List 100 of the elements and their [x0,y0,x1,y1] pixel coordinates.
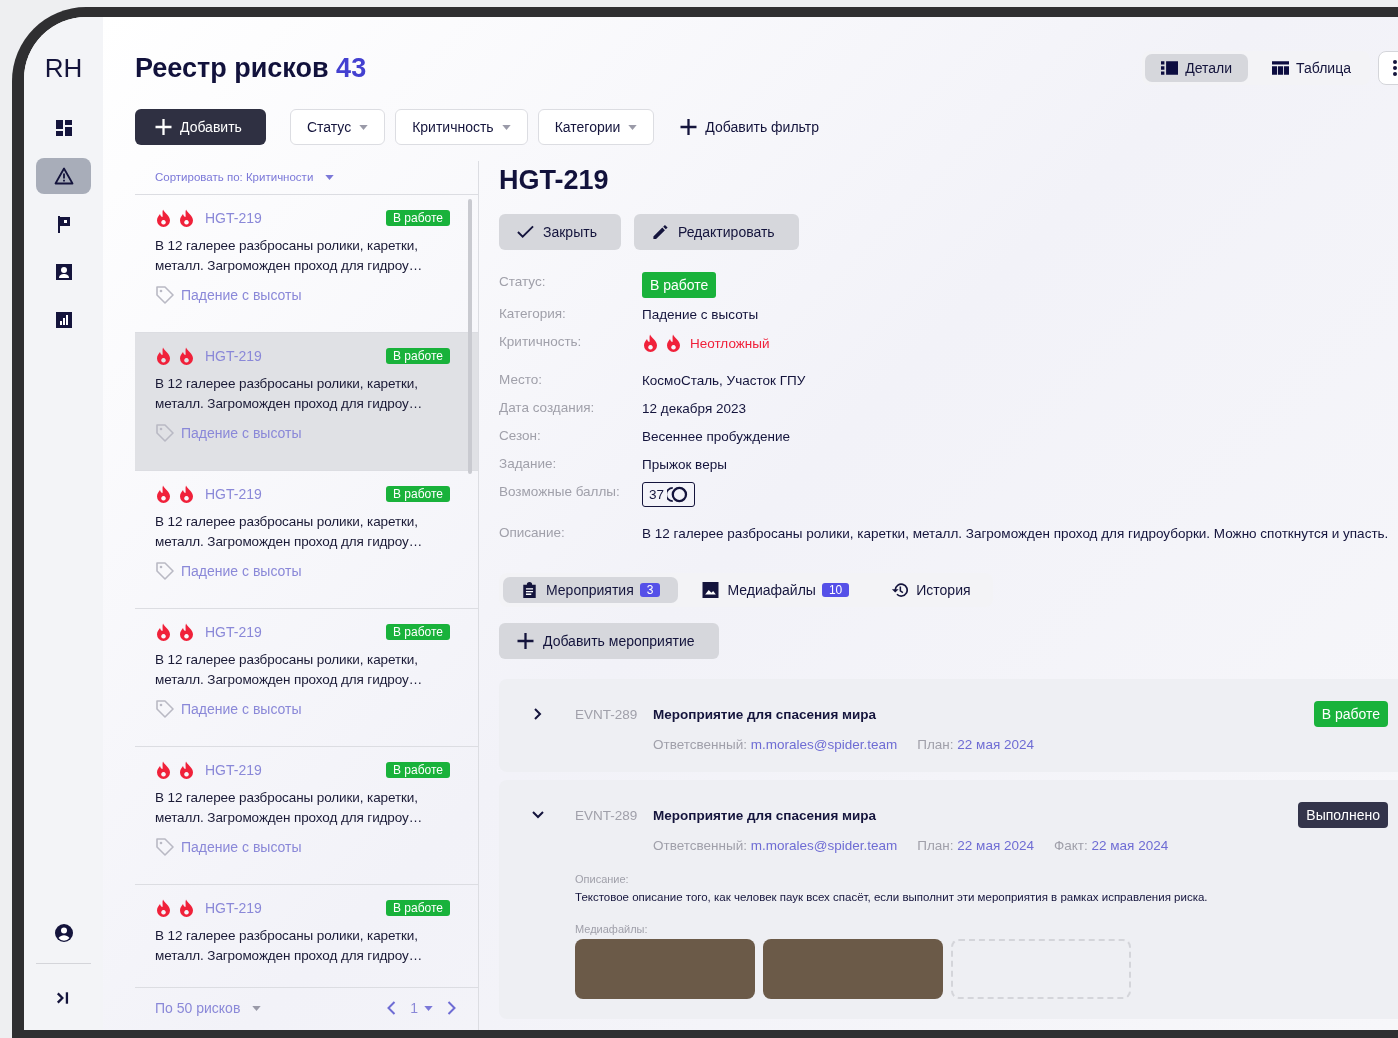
status-badge: В работе [386,210,450,226]
dashboard-icon [53,118,74,138]
details-view-icon [1161,60,1179,76]
criticality-value: Неотложный [690,335,770,351]
category-tag: Падение с высоты [181,563,302,579]
filter-dropdown[interactable]: Критичность [395,109,528,145]
count-badge: 10 [821,583,850,597]
risk-card[interactable]: HGT-219 В работе В 12 галерее разбросаны ролики, каретки, металл. Загроможден проход для гидроу… Падение с высоты [135,609,478,747]
flame-icon [155,347,172,365]
close-risk-button[interactable]: Закрыть [499,214,621,250]
view-toggle-button[interactable]: Детали [1145,54,1249,82]
plus-icon [680,119,698,135]
category-tag: Падение с высоты [181,425,302,441]
category-tag: Падение с высоты [181,287,302,303]
flame-icon [178,485,195,503]
check-icon [517,224,534,240]
email-link[interactable]: m.morales@spider.team [750,838,898,853]
field-value: Весеннее пробуждение [642,428,792,446]
flame-icon [178,761,195,779]
filter-dropdown[interactable]: Статус [289,109,386,145]
add-event-button[interactable]: Добавить мероприятие [499,623,719,659]
sort-dropdown[interactable]: Сортировать по: Критичности [135,161,478,195]
flame-icon [178,347,195,365]
previous-page-button[interactable] [387,1001,397,1015]
category-tag: Падение с высоты [181,839,302,855]
field-label: Задание: [499,455,558,471]
risk-id: HGT-219 [205,348,262,364]
risk-description: В 12 галерее разбросаны ролики, каретки, металл. Загроможден проход для гидроу… [155,237,424,275]
flame-icon [155,899,172,917]
next-page-button[interactable] [447,1001,456,1015]
risk-description: В 12 галерее разбросаны ролики, каретки, металл. Загроможден проход для гидроу… [155,927,424,965]
field-label: Описание: [499,524,566,540]
email-link[interactable]: m.morales@spider.team [750,737,898,752]
field-label: Сезон: [499,427,542,443]
points-badge: 37 [642,482,696,507]
field-label: Возможные баллы: [499,483,621,499]
section-label: Медиафайлы: [575,923,649,935]
section-label: Описание: [575,873,630,885]
filter-dropdown[interactable]: Категории [537,109,655,145]
chevron-left-icon [387,1001,397,1015]
tab[interactable]: История [873,577,989,603]
view-toggle-button[interactable]: Таблица [1256,54,1367,82]
contact-card-icon [53,262,74,282]
status-badge: В работе [386,762,450,778]
nav-item[interactable] [36,158,91,194]
field-value: Прыжок веры [642,456,728,474]
risk-description: В 12 галерее разбросаны ролики, каретки, металл. Загроможден проход для гидроу… [155,651,424,689]
meta-label: Ответсвенный: [653,838,747,853]
field-value: КосмоСталь, Участок ГПУ [642,372,807,390]
meta-value: 22 мая 2024 [957,737,1034,752]
risk-card[interactable]: HGT-219 В работе В 12 галерее разбросаны ролики, каретки, металл. Загроможден проход для гидроу… Падение с высоты [135,747,478,885]
flame-icon [155,761,172,779]
table-icon [1272,60,1290,76]
tag-icon [155,699,175,719]
risk-id: HGT-219 [205,900,262,916]
flame-icon [665,334,682,352]
risk-description: В 12 галерее разбросаны ролики, каретки, металл. Загроможден проход для гидроу… [155,789,424,827]
chart-icon [53,310,74,330]
flame-icon [155,485,172,503]
meta-value: 22 мая 2024 [1091,838,1169,853]
risk-id: HGT-219 [205,486,262,502]
history-icon [891,582,909,598]
caret-icon [359,124,369,130]
add-button[interactable]: Добавить [135,109,266,145]
status-badge: В работе [386,348,450,364]
status-badge: В работе [386,900,450,916]
risk-card[interactable]: HGT-219 В работе В 12 галерее разбросаны ролики, каретки, металл. Загроможден проход для гидроу… Падение с высоты [135,471,478,609]
field-label: Критичность: [499,333,583,349]
warning-icon [53,166,74,186]
category-tag: Падение с высоты [181,701,302,717]
pencil-icon [651,224,669,240]
risk-title: HGT-219 [499,165,610,196]
risk-card[interactable]: HGT-219 В работе В 12 галерее разбросаны ролики, каретки, металл. Загроможден проход для гидроу… Падение с высоты [135,333,478,471]
risk-description: В 12 галерее разбросаны ролики, каретки, металл. Загроможден проход для гидроу… [155,513,424,551]
risk-id: HGT-219 [205,624,262,640]
chevron-right-icon [447,1001,456,1015]
field-value: 12 декабря 2023 [642,400,748,418]
field-value: Падение с высоты [642,306,760,324]
risk-card[interactable]: HGT-219 В работе В 12 галерее разбросаны ролики, каретки, металл. Загроможден проход для гидроу… [135,885,478,987]
caret-icon [424,1005,433,1011]
scrollbar[interactable] [468,199,472,474]
plus-icon [517,633,534,649]
field-label: Место: [499,371,543,387]
caret-icon [501,124,511,130]
tab[interactable]: Мероприятия 3 [503,577,679,603]
event-title: Мероприятие для спасения мира [653,807,877,823]
meta-label: План: [917,737,954,752]
add-filter-button[interactable]: Добавить фильтр [664,109,835,145]
status-badge: В работе [386,624,450,640]
caret-icon [628,124,638,130]
edit-button[interactable]: Редактировать [633,214,799,250]
meta-label: План: [917,838,954,853]
tag-icon [155,423,175,443]
risk-description: В 12 галерее разбросаны ролики, каретки, металл. Загроможден проход для гидроу… [155,375,424,413]
app-logo: RH [44,53,83,84]
meta-label: Ответсвенный: [653,737,747,752]
tab[interactable]: Медиафайлы 10 [684,577,868,603]
flame-icon [178,623,195,641]
tag-icon [155,837,175,857]
event-id: EVNT-289 [575,807,639,823]
